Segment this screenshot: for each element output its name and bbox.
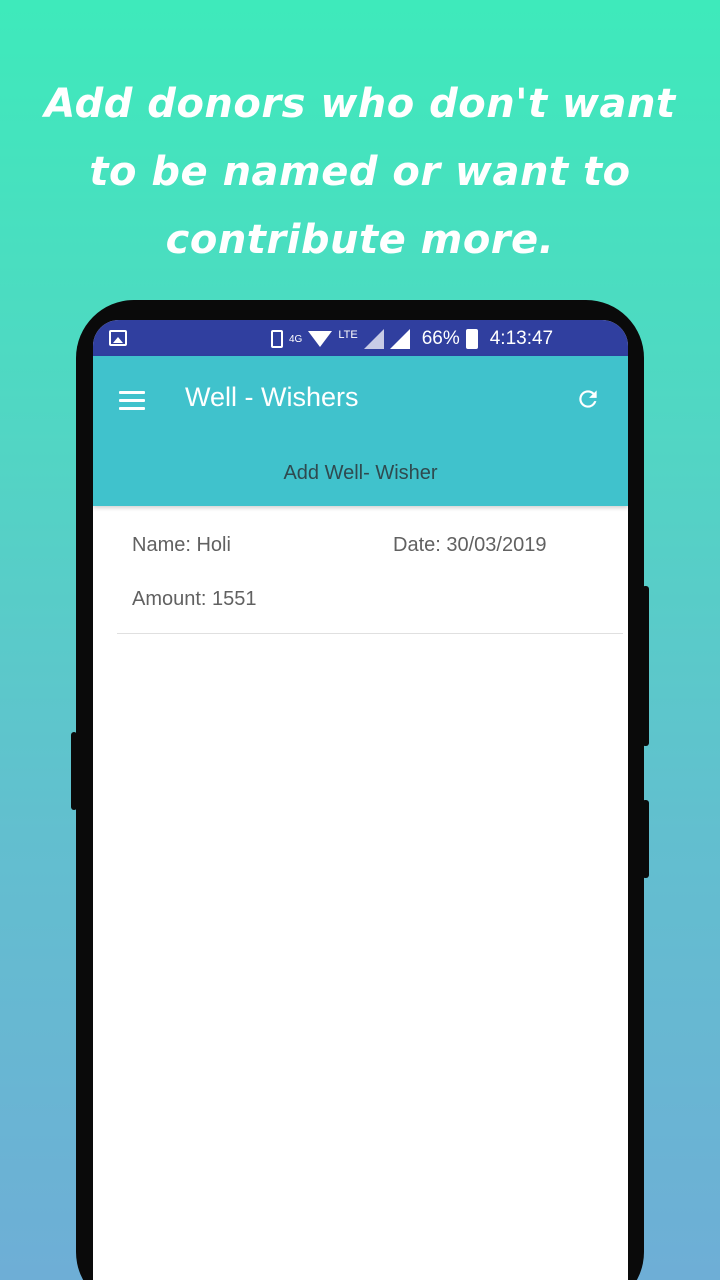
promo-headline: Add donors who don't want to be named or… — [0, 70, 720, 274]
headline-line-2: to be named or want to — [89, 149, 631, 195]
gallery-icon — [109, 330, 127, 346]
vibrate-icon — [271, 330, 283, 348]
status-bar: 4G LTE 66% 4:13:47 — [93, 320, 628, 356]
battery-percent: 66% — [421, 328, 460, 349]
donation-date: Date: 30/03/2019 — [393, 534, 547, 556]
clock: 4:13:47 — [489, 328, 554, 349]
signal-icon-1 — [363, 329, 384, 349]
add-well-wisher-button[interactable]: Add Well- Wisher — [93, 462, 628, 485]
list-item[interactable]: Name: Holi Date: 30/03/2019 Amount: 1551 — [117, 506, 623, 634]
hamburger-menu-icon[interactable] — [119, 391, 145, 411]
app-bar: Well - Wishers Add Well- Wisher — [93, 356, 628, 506]
refresh-icon[interactable] — [575, 386, 601, 412]
status-icons: 4G LTE 66% 4:13:47 — [271, 326, 553, 352]
headline-line-3: contribute more. — [165, 217, 555, 263]
donor-name: Name: Holi — [132, 534, 231, 556]
network-4g-label: 4G — [289, 333, 303, 345]
network-lte-label: LTE — [338, 329, 358, 341]
signal-icon-2 — [389, 329, 410, 349]
headline-line-1: Add donors who don't want — [44, 81, 676, 127]
donation-amount: Amount: 1551 — [132, 588, 257, 610]
wifi-icon — [308, 331, 333, 347]
page-title: Well - Wishers — [185, 382, 359, 412]
battery-icon — [465, 329, 478, 349]
phone-screen: 4G LTE 66% 4:13:47 Well - Wishers Add We… — [93, 320, 628, 1280]
